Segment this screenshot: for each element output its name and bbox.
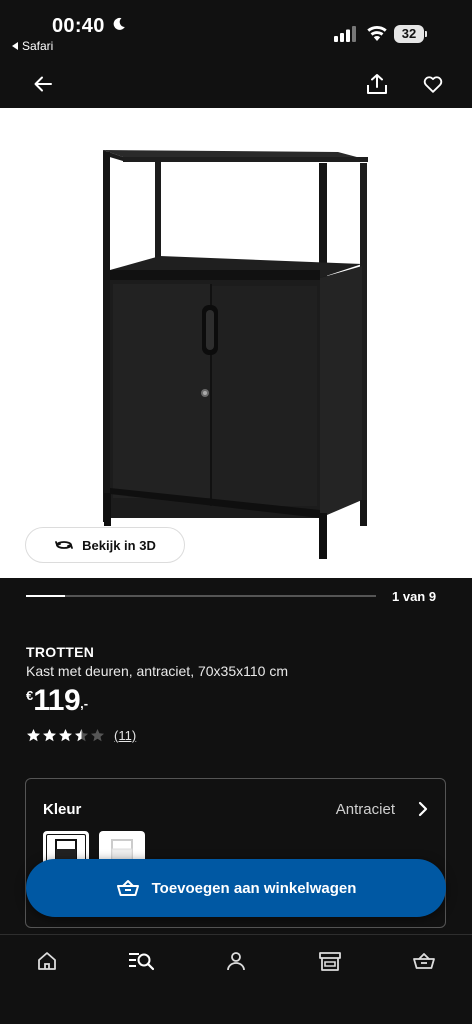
- home-icon: [38, 952, 56, 970]
- image-pager: 1 van 9: [0, 578, 472, 618]
- add-to-cart-label: Toevoegen aan winkelwagen: [151, 879, 357, 897]
- product-image-carousel[interactable]: Bekijk in 3D: [0, 108, 472, 578]
- star-full-icon: [27, 728, 40, 741]
- product-rating[interactable]: (11): [26, 727, 136, 743]
- tab-search[interactable]: [128, 949, 154, 973]
- star-full-icon: [59, 728, 72, 741]
- battery-nub: [425, 31, 427, 37]
- rotate-3d-icon: [55, 541, 74, 549]
- pager-track[interactable]: [26, 595, 376, 597]
- view-3d-button[interactable]: Bekijk in 3D: [25, 527, 185, 563]
- product-image: [103, 150, 368, 559]
- add-to-cart-button[interactable]: Toevoegen aan winkelwagen: [26, 859, 446, 917]
- share-icon: [367, 74, 387, 94]
- tab-stores[interactable]: [317, 949, 343, 973]
- basket-icon: [413, 953, 435, 969]
- tab-home[interactable]: [34, 949, 60, 973]
- view-3d-label: Bekijk in 3D: [82, 537, 156, 553]
- star-full-icon: [43, 728, 56, 741]
- tab-cart[interactable]: [411, 949, 437, 973]
- product-name: TROTTEN: [26, 644, 95, 660]
- star-empty-icon: [91, 728, 104, 741]
- status-bar: 00:40 Safari 32: [0, 0, 472, 62]
- favorite-button[interactable]: [418, 69, 448, 99]
- tab-profile[interactable]: [223, 949, 249, 973]
- cellular-signal-icon: [334, 26, 356, 42]
- color-label: Kleur: [43, 801, 82, 818]
- battery-level: 32: [394, 25, 424, 43]
- chevron-right-icon[interactable]: [417, 801, 429, 817]
- price-amount: 119: [33, 684, 81, 717]
- share-button[interactable]: [362, 69, 392, 99]
- product-price: € 119 ,-: [26, 684, 88, 718]
- back-app-label: Safari: [22, 39, 54, 53]
- top-navigation: [0, 62, 472, 108]
- back-to-app-link[interactable]: Safari: [12, 39, 53, 53]
- pager-progress: [26, 595, 65, 597]
- moon-icon: [113, 17, 125, 30]
- back-button[interactable]: [28, 69, 58, 99]
- profile-icon: [227, 952, 245, 971]
- back-triangle-icon: [12, 42, 18, 50]
- search-list-icon: [129, 953, 154, 971]
- price-currency: €: [26, 688, 34, 703]
- review-count-link[interactable]: (11): [114, 728, 136, 743]
- product-description: Kast met deuren, antraciet, 70x35x110 cm: [26, 663, 288, 679]
- pager-label: 1 van 9: [392, 589, 437, 604]
- arrow-left-icon: [34, 76, 52, 92]
- heart-icon: [423, 76, 443, 93]
- wifi-icon: [367, 25, 387, 41]
- star-half-icon: [75, 728, 88, 741]
- price-decimals: ,-: [80, 696, 89, 711]
- battery-indicator: 32: [394, 25, 428, 43]
- clock: 00:40: [52, 15, 105, 37]
- bottom-navigation: [0, 934, 472, 1024]
- store-icon: [319, 952, 341, 971]
- basket-icon: [116, 880, 139, 896]
- color-value: Antraciet: [335, 801, 395, 818]
